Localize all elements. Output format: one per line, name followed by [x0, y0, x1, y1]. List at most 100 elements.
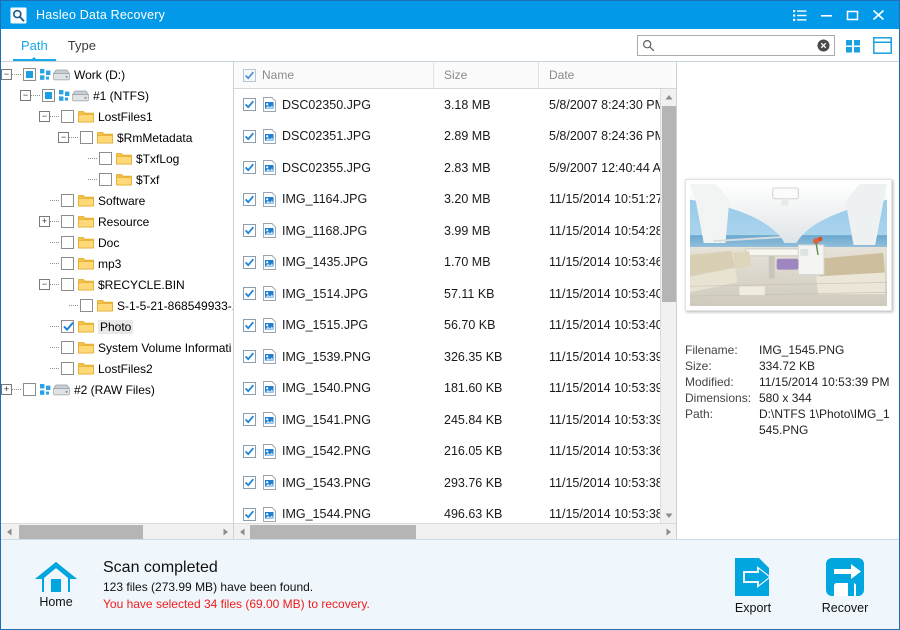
tree-node-checkbox[interactable] [61, 215, 74, 228]
table-row[interactable]: IMG_1168.JPG 3.99 MB 11/15/2014 10:54:28 .… [234, 215, 676, 247]
file-name-cell[interactable]: IMG_1514.JPG [234, 286, 434, 302]
file-name-cell[interactable]: IMG_1543.PNG [234, 475, 434, 491]
tree-collapse-toggle[interactable]: − [39, 279, 50, 290]
file-row-checkbox[interactable] [243, 507, 256, 521]
tree-node-checkbox[interactable] [61, 257, 74, 270]
tree-node-checkbox[interactable] [80, 299, 93, 312]
tree-node-checkbox[interactable] [80, 131, 93, 144]
grid-view-icon[interactable] [842, 35, 864, 57]
table-row[interactable]: IMG_1540.PNG 181.60 KB 11/15/2014 10:53:39… [234, 373, 676, 405]
tree-node-checkbox[interactable] [23, 383, 36, 396]
tree-node[interactable]: Software [1, 190, 233, 211]
tree-node[interactable]: − #1 (NTFS) [1, 85, 233, 106]
tree-node[interactable]: LostFiles2 [1, 358, 233, 379]
tree-node-checkbox[interactable] [99, 173, 112, 186]
file-name-cell[interactable]: IMG_1515.JPG [234, 317, 434, 333]
select-all-checkbox[interactable] [243, 68, 256, 82]
tree-node[interactable]: − $RECYCLE.BIN [1, 274, 233, 295]
tree-node[interactable]: mp3 [1, 253, 233, 274]
tree-node[interactable]: + Resource [1, 211, 233, 232]
tree-collapse-toggle[interactable]: − [39, 111, 50, 122]
file-name-cell[interactable]: IMG_1435.JPG [234, 254, 434, 270]
file-row-checkbox[interactable] [243, 476, 256, 490]
file-vscroll-down-arrow[interactable] [661, 507, 676, 523]
file-name-cell[interactable]: DSC02355.JPG [234, 160, 434, 176]
file-name-cell[interactable]: IMG_1540.PNG [234, 380, 434, 396]
file-row-checkbox[interactable] [243, 255, 256, 269]
tree-node-checkbox[interactable] [61, 194, 74, 207]
column-header-name[interactable]: Name [234, 61, 434, 89]
column-header-size[interactable]: Size [434, 61, 539, 89]
tree-hscroll-left-arrow[interactable] [1, 524, 17, 540]
tree-node[interactable]: + #2 (RAW Files) [1, 379, 233, 400]
file-hscroll-left-arrow[interactable] [234, 524, 250, 540]
folder-tree[interactable]: − Work (D:) − #1 (NTFS) − LostFiles1 − $RmMetad… [1, 62, 233, 523]
file-name-cell[interactable]: IMG_1164.JPG [234, 191, 434, 207]
tree-node-checkbox[interactable] [61, 236, 74, 249]
column-header-date[interactable]: Date [539, 62, 676, 89]
maximize-icon[interactable] [839, 1, 865, 29]
tree-expand-toggle[interactable]: + [1, 384, 12, 395]
tree-node[interactable]: $Txf [1, 169, 233, 190]
table-row[interactable]: IMG_1544.PNG 496.63 KB 11/15/2014 10:53:38… [234, 499, 676, 524]
file-name-cell[interactable]: IMG_1168.JPG [234, 223, 434, 239]
table-row[interactable]: DSC02350.JPG 3.18 MB 5/8/2007 8:24:30 PM [234, 89, 676, 121]
tree-node[interactable]: − LostFiles1 [1, 106, 233, 127]
close-icon[interactable] [865, 1, 891, 29]
tree-hscroll-thumb[interactable] [19, 524, 143, 539]
tree-node[interactable]: System Volume Informati [1, 337, 233, 358]
tree-node-checkbox[interactable] [23, 68, 36, 81]
tree-hscroll-track[interactable] [17, 524, 217, 540]
file-vscroll-up-arrow[interactable] [661, 89, 676, 105]
table-row[interactable]: DSC02351.JPG 2.89 MB 5/8/2007 8:24:36 PM [234, 121, 676, 153]
table-row[interactable]: IMG_1515.JPG 56.70 KB 11/15/2014 10:53:40 … [234, 310, 676, 342]
file-row-checkbox[interactable] [243, 413, 256, 427]
tree-node[interactable]: S-1-5-21-868549933-1 [1, 295, 233, 316]
menu-list-icon[interactable] [787, 1, 813, 29]
tree-node[interactable]: Photo [1, 316, 233, 337]
table-row[interactable]: IMG_1514.JPG 57.11 KB 11/15/2014 10:53:40 … [234, 278, 676, 310]
file-hscroll-right-arrow[interactable] [660, 524, 676, 540]
tree-node[interactable]: − Work (D:) [1, 64, 233, 85]
file-name-cell[interactable]: IMG_1541.PNG [234, 412, 434, 428]
file-name-cell[interactable]: IMG_1539.PNG [234, 349, 434, 365]
file-hscroll-thumb[interactable] [250, 524, 416, 539]
tree-collapse-toggle[interactable]: − [1, 69, 12, 80]
search-input[interactable] [658, 36, 817, 55]
file-row-checkbox[interactable] [243, 98, 256, 112]
table-row[interactable]: IMG_1164.JPG 3.20 MB 11/15/2014 10:51:27 .… [234, 184, 676, 216]
file-list-vertical-scrollbar[interactable] [660, 89, 676, 523]
tree-node-checkbox[interactable] [99, 152, 112, 165]
file-row-checkbox[interactable] [243, 192, 256, 206]
tab-type[interactable]: Type [58, 29, 106, 61]
file-list-rows[interactable]: DSC02350.JPG 3.18 MB 5/8/2007 8:24:30 PM DS… [234, 89, 676, 523]
tree-node-checkbox[interactable] [61, 362, 74, 375]
file-row-checkbox[interactable] [243, 350, 256, 364]
file-row-checkbox[interactable] [243, 129, 256, 143]
preview-pane-icon[interactable] [871, 35, 893, 57]
file-list-horizontal-scrollbar[interactable] [234, 523, 676, 539]
table-row[interactable]: IMG_1543.PNG 293.76 KB 11/15/2014 10:53:38… [234, 467, 676, 499]
export-button[interactable]: Export [721, 555, 785, 615]
file-name-cell[interactable]: IMG_1544.PNG [234, 506, 434, 522]
tree-node-checkbox[interactable] [42, 89, 55, 102]
file-row-checkbox[interactable] [243, 224, 256, 238]
tree-node-checkbox[interactable] [61, 341, 74, 354]
file-name-cell[interactable]: DSC02351.JPG [234, 128, 434, 144]
tree-horizontal-scrollbar[interactable] [1, 523, 233, 539]
tree-collapse-toggle[interactable]: − [58, 132, 69, 143]
file-row-checkbox[interactable] [243, 444, 256, 458]
table-row[interactable]: DSC02355.JPG 2.83 MB 5/9/2007 12:40:44 AM [234, 152, 676, 184]
table-row[interactable]: IMG_1542.PNG 216.05 KB 11/15/2014 10:53:36… [234, 436, 676, 468]
file-row-checkbox[interactable] [243, 287, 256, 301]
table-row[interactable]: IMG_1541.PNG 245.84 KB 11/15/2014 10:53:39… [234, 404, 676, 436]
file-row-checkbox[interactable] [243, 161, 256, 175]
table-row[interactable]: IMG_1435.JPG 1.70 MB 11/15/2014 10:53:46 .… [234, 247, 676, 279]
file-row-checkbox[interactable] [243, 318, 256, 332]
tree-node[interactable]: Doc [1, 232, 233, 253]
tree-node-checkbox[interactable] [61, 278, 74, 291]
minimize-icon[interactable] [813, 1, 839, 29]
tree-node-checkbox[interactable] [61, 110, 74, 123]
tree-node[interactable]: − $RmMetadata [1, 127, 233, 148]
tab-path[interactable]: Path [11, 29, 58, 61]
